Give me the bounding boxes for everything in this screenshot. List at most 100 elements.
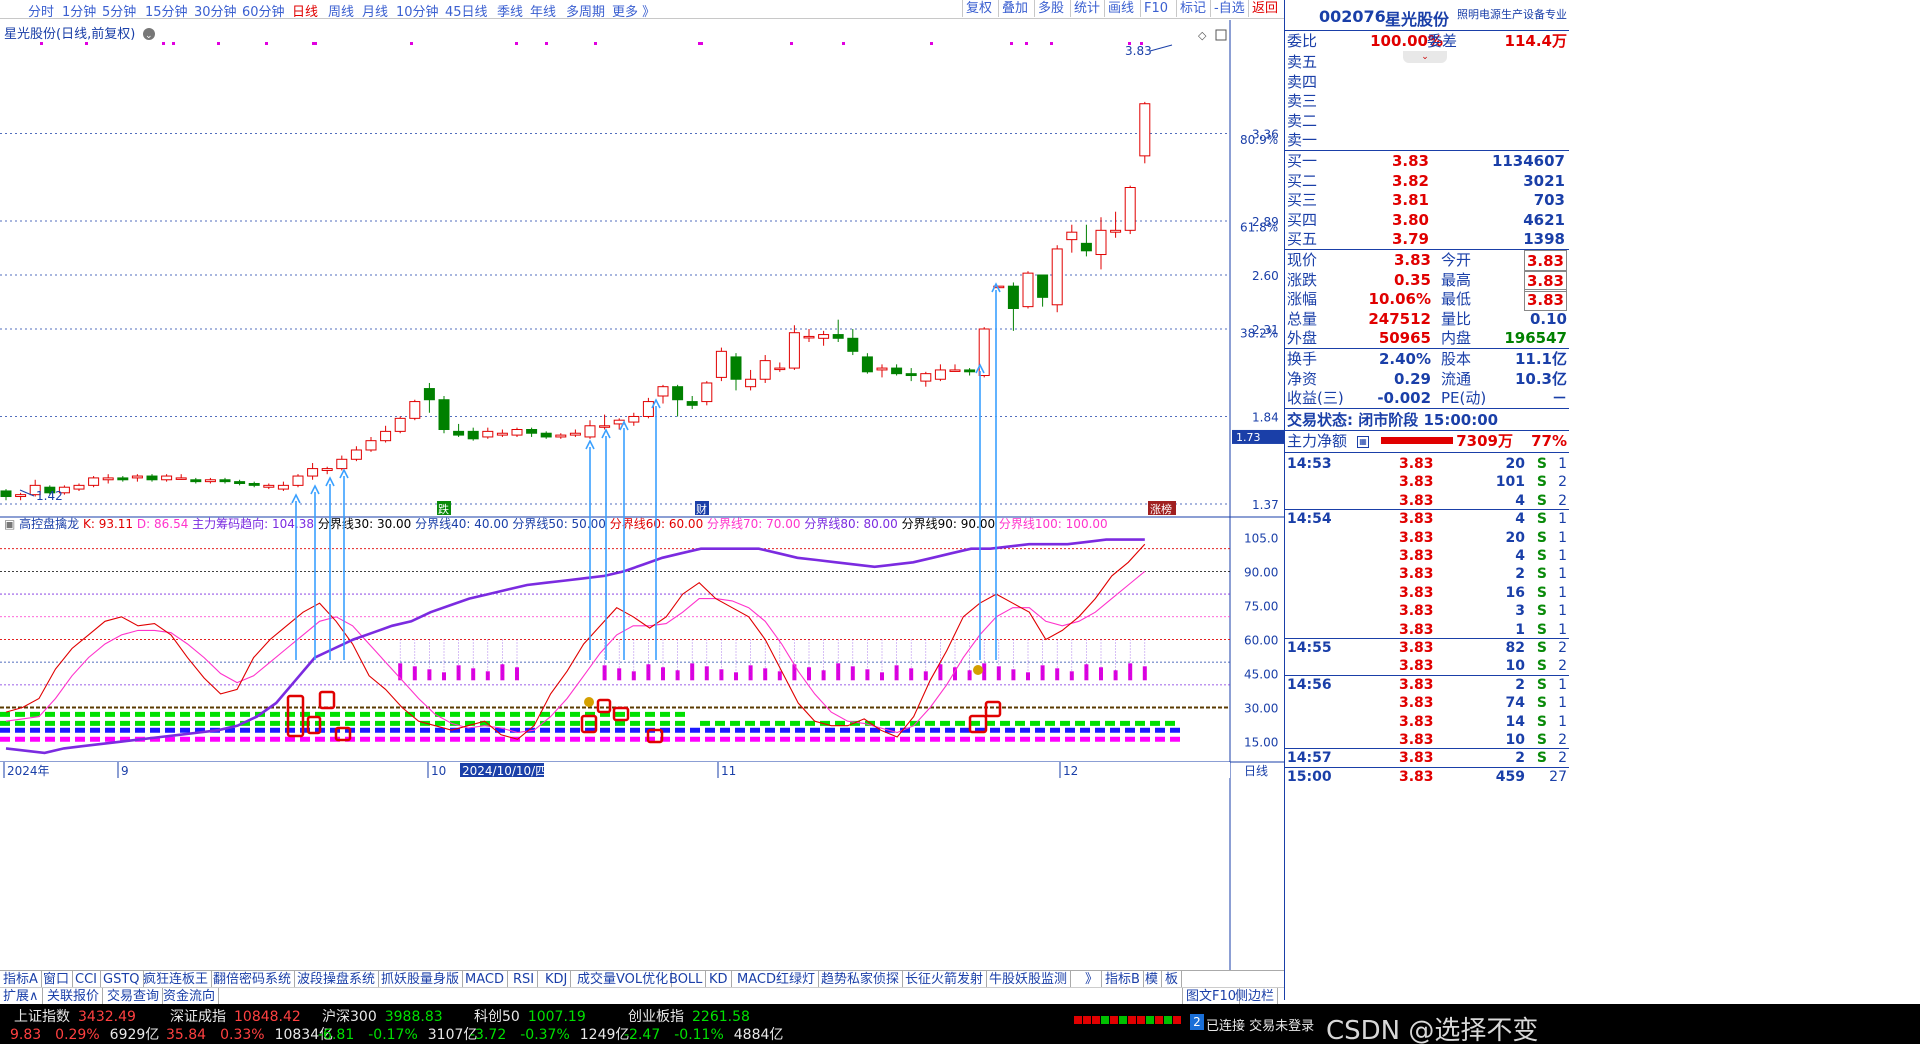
index-2[interactable]: 沪深300 3988.83	[322, 1006, 443, 1026]
indicator-tab-3[interactable]: GSTQ	[100, 971, 144, 988]
toolbar-btn-2[interactable]: 多股	[1034, 0, 1067, 17]
period-11[interactable]: 季线	[497, 1, 523, 20]
toolbar-btn-6[interactable]: 标记	[1176, 0, 1209, 17]
toolbar-btn-4[interactable]: 画线	[1104, 0, 1137, 17]
diamond-icon: ◇	[1198, 29, 1207, 42]
signal-dot	[515, 42, 518, 45]
indicator-tab-21[interactable]: 板	[1162, 971, 1183, 988]
breadth-segment	[1128, 1016, 1136, 1024]
sell-label: 卖三	[1287, 92, 1318, 110]
buy-volume: 703	[1533, 191, 1565, 209]
index-3[interactable]: 科创50 1007.19	[474, 1006, 586, 1026]
period-12[interactable]: 年线	[530, 1, 556, 20]
indicator-tab-16[interactable]: 长征火箭发射	[902, 971, 988, 988]
indicator-tab-18[interactable]: 》	[1082, 971, 1103, 988]
toolbar-btn-0[interactable]: 复权	[962, 0, 995, 17]
period-2[interactable]: 5分钟	[102, 1, 136, 20]
tick-side: S	[1536, 713, 1547, 730]
tick-price: 3.83	[1399, 621, 1434, 638]
period-6[interactable]: 日线	[292, 1, 318, 20]
period-7[interactable]: 周线	[328, 1, 354, 20]
tick-side: S	[1536, 529, 1547, 546]
tick-side: S	[1536, 732, 1547, 748]
kline-chart[interactable]: 星光股份(日线,前复权) ⌄ ◇3.362.892.602.311.841.3780…	[0, 20, 1284, 970]
toolbar-btn-8[interactable]: 返回	[1248, 0, 1281, 17]
candle-body	[88, 477, 100, 486]
indicator-tab-14[interactable]: MACD红绿灯	[734, 971, 819, 988]
indicator-tab-6[interactable]: 波段操盘系统	[294, 971, 380, 988]
period-4[interactable]: 30分钟	[194, 1, 237, 20]
stat-label: 现价	[1287, 251, 1318, 269]
date-axis-label: 12	[1063, 764, 1078, 778]
indicator-bar	[1128, 663, 1133, 681]
tick-count: 1	[1558, 695, 1567, 712]
indicator-tab-9[interactable]: RSI	[510, 971, 539, 988]
connection-badge[interactable]: 2	[1190, 1014, 1204, 1030]
candle-body	[394, 417, 406, 432]
stat-label: 外盘	[1287, 329, 1318, 347]
tick-time: 14:55	[1287, 640, 1332, 656]
kline-chart-area[interactable]: 星光股份(日线,前复权) ⌄ ◇ 3.36 2.89 2.60 2.31 1.84 1.37 80…	[0, 20, 1284, 970]
index-0[interactable]: 上证指数 3432.49	[14, 1006, 136, 1026]
candle-body	[788, 332, 800, 369]
period-9[interactable]: 10分钟	[396, 1, 439, 20]
toolbar-btn-1[interactable]: 叠加	[998, 0, 1031, 17]
tick-volume: 3	[1515, 603, 1525, 620]
period-10[interactable]: 45日线	[445, 1, 488, 20]
period-3[interactable]: 15分钟	[145, 1, 188, 20]
stat-value: 10.06%	[1368, 290, 1431, 308]
indicator-tab-13[interactable]: KD	[706, 971, 732, 988]
extension-tab-2[interactable]: 交易查询	[104, 988, 164, 1005]
index-4[interactable]: 创业板指 2261.58	[628, 1006, 750, 1026]
indicator-tab-4[interactable]: 疯狂连板王	[140, 971, 213, 988]
toolbar-btn-3[interactable]: 统计	[1070, 0, 1103, 17]
indicator-tab-20[interactable]: 模	[1142, 971, 1163, 988]
stat-value-2: 196547	[1504, 329, 1567, 347]
tick-price: 3.83	[1399, 456, 1434, 472]
indicator-tab-12[interactable]: BOLL	[666, 971, 707, 988]
period-1[interactable]: 1分钟	[62, 1, 96, 20]
index-value: 1007.19	[527, 1009, 586, 1025]
indicator-tab-15[interactable]: 趋势私家侦探	[818, 971, 904, 988]
extension-tab-0[interactable]: 扩展∧	[0, 988, 43, 1005]
candle-body	[818, 334, 830, 339]
index-1[interactable]: 深证成指 10848.42	[170, 1006, 301, 1026]
indicator-tab-2[interactable]: CCI	[72, 971, 101, 988]
period-14[interactable]: 更多 》	[612, 1, 655, 20]
tick-price: 3.83	[1399, 529, 1434, 546]
signal-dot	[314, 42, 317, 45]
stat2-value: -0.002	[1377, 389, 1431, 407]
period-5[interactable]: 60分钟	[242, 1, 285, 20]
grid-icon[interactable]: ▦	[1357, 436, 1369, 448]
tick-row: 15:00 3.83 459 27	[1287, 768, 1567, 787]
buy-row-2: 买三 3.81 703	[1287, 190, 1567, 210]
candle-body	[1095, 229, 1107, 256]
extension-tab-3[interactable]: 资金流向	[160, 988, 220, 1005]
indicator-tab-7[interactable]: 抓妖股量身版	[378, 971, 464, 988]
indicator-tab-5[interactable]: 翻倍密码系统	[210, 971, 296, 988]
period-13[interactable]: 多周期	[566, 1, 605, 20]
indicator-tab-8[interactable]: MACD	[462, 971, 508, 988]
tick-row: 3.83 3 S 1	[1287, 602, 1567, 621]
period-8[interactable]: 月线	[362, 1, 388, 20]
toolbar-btn-5[interactable]: F10	[1140, 0, 1171, 17]
tick-volume: 4	[1515, 548, 1525, 564]
period-0[interactable]: 分时	[28, 1, 54, 20]
candle-body	[453, 430, 465, 436]
indicator-tab-11[interactable]: 成交量VOL优化	[574, 971, 673, 988]
toolbar-btn-7[interactable]: -自选	[1210, 0, 1248, 17]
index-detail-3: -3.72 -0.37% 1249亿	[470, 1024, 629, 1044]
indicator-tab-19[interactable]: 指标B	[1102, 971, 1144, 988]
sidebar-tab[interactable]: 侧边栏	[1232, 988, 1279, 1005]
candle-body	[628, 415, 640, 423]
tick-row: 3.83 16 S 1	[1287, 584, 1567, 603]
buy-price: 3.81	[1391, 191, 1429, 209]
tick-side: S	[1536, 456, 1547, 472]
indicator-tab-1[interactable]: 窗口	[40, 971, 74, 988]
signal-dot	[1050, 42, 1053, 45]
indicator-tab-0[interactable]: 指标A	[0, 971, 42, 988]
indicator-tab-10[interactable]: KDJ	[542, 971, 572, 988]
extension-tab-1[interactable]: 关联报价	[44, 988, 104, 1005]
indicator-tab-17[interactable]: 牛股妖股监测	[986, 971, 1072, 988]
stat2-row-0: 换手 2.40% 股本 11.1亿	[1287, 349, 1567, 369]
